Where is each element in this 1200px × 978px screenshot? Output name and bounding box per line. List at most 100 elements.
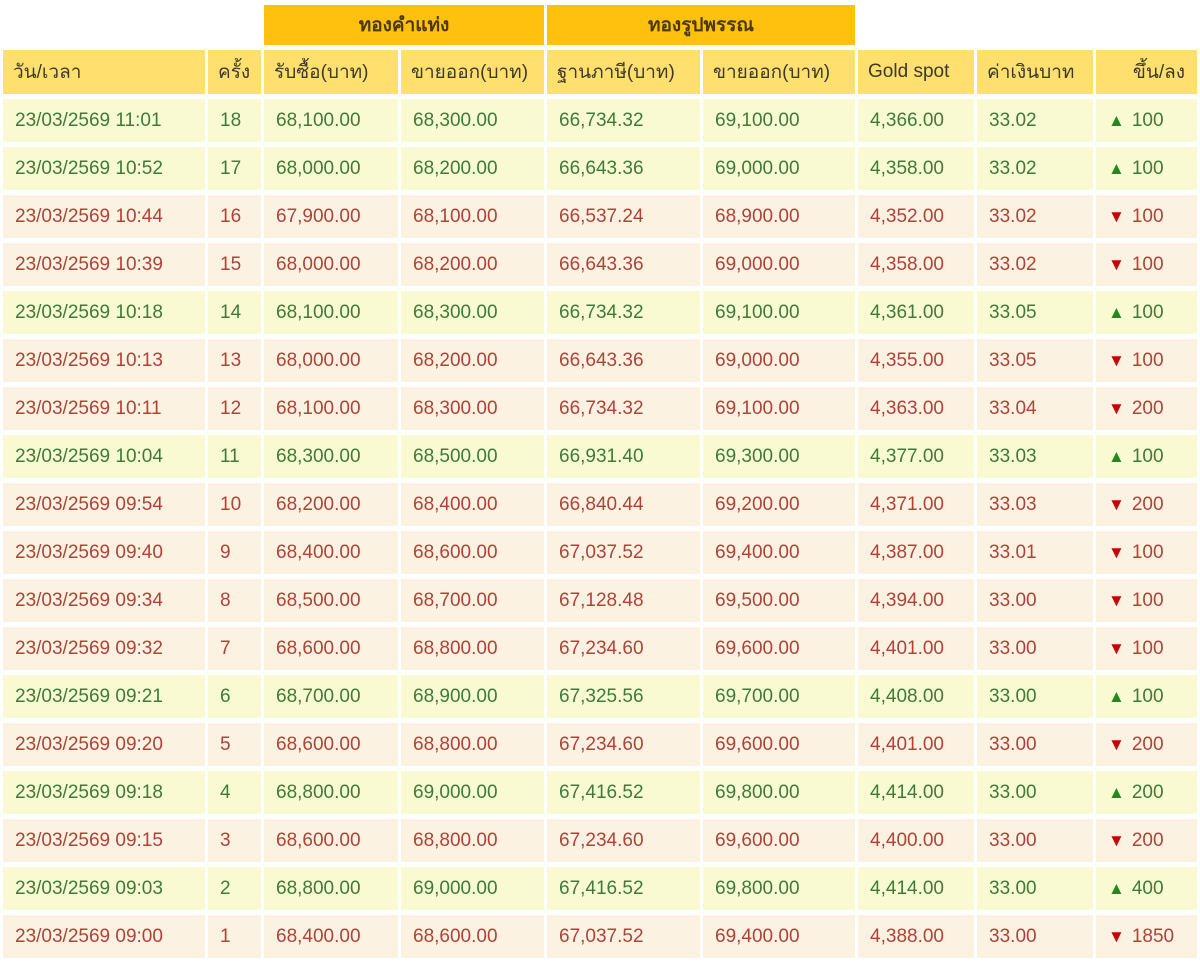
cell-buy: 68,500.00 [264,579,398,622]
cell-sell-ornament: 69,000.00 [703,243,856,286]
cell-round: 9 [208,531,261,574]
cell-change: ▲ 100 [1096,147,1198,190]
cell-gold-spot: 4,394.00 [858,579,975,622]
cell-gold-spot: 4,358.00 [858,243,975,286]
table-row: 23/03/2569 10:13 13 68,000.00 68,200.00 66,6… [3,339,1198,382]
cell-tax-base: 66,840.44 [547,483,701,526]
cell-datetime: 23/03/2569 09:00 [3,915,205,958]
down-arrow-icon: ▼ [1108,399,1125,418]
cell-datetime: 23/03/2569 10:18 [3,291,205,334]
cell-change: ▼ 100 [1096,243,1198,286]
cell-baht-rate: 33.00 [977,723,1094,766]
cell-sell-ornament: 69,500.00 [703,579,856,622]
col-header-round: ครั้ง [208,50,261,94]
down-arrow-icon: ▼ [1108,207,1125,226]
down-arrow-icon: ▼ [1108,639,1125,658]
cell-change: ▲ 100 [1096,435,1198,478]
cell-tax-base: 67,325.56 [547,675,701,718]
cell-round: 1 [208,915,261,958]
table-row: 23/03/2569 11:01 18 68,100.00 68,300.00 66,7… [3,99,1198,142]
cell-change: ▼ 200 [1096,819,1198,862]
cell-sell: 68,700.00 [401,579,545,622]
cell-sell-ornament: 69,600.00 [703,819,856,862]
cell-round: 13 [208,339,261,382]
cell-round: 7 [208,627,261,670]
cell-gold-spot: 4,366.00 [858,99,975,142]
table-row: 23/03/2569 09:21 6 68,700.00 68,900.00 67,32… [3,675,1198,718]
cell-round: 16 [208,195,261,238]
cell-gold-spot: 4,371.00 [858,483,975,526]
cell-gold-spot: 4,352.00 [858,195,975,238]
cell-round: 4 [208,771,261,814]
cell-sell: 68,800.00 [401,819,545,862]
change-value: 100 [1131,157,1164,179]
change-value: 100 [1131,589,1164,611]
table-row: 23/03/2569 09:18 4 68,800.00 69,000.00 67,41… [3,771,1198,814]
cell-datetime: 23/03/2569 09:03 [3,867,205,910]
col-header-gold-spot: Gold spot [858,50,975,94]
cell-sell-ornament: 69,400.00 [703,531,856,574]
up-arrow-icon: ▲ [1108,783,1125,802]
up-arrow-icon: ▲ [1108,447,1125,466]
up-arrow-icon: ▲ [1108,687,1125,706]
cell-sell-ornament: 69,400.00 [703,915,856,958]
cell-gold-spot: 4,361.00 [858,291,975,334]
change-value: 200 [1131,829,1164,851]
cell-buy: 68,800.00 [264,771,398,814]
cell-change: ▼ 100 [1096,531,1198,574]
cell-round: 3 [208,819,261,862]
cell-tax-base: 66,537.24 [547,195,701,238]
down-arrow-icon: ▼ [1108,831,1125,850]
table-row: 23/03/2569 10:11 12 68,100.00 68,300.00 66,7… [3,387,1198,430]
change-value: 100 [1131,445,1164,467]
cell-gold-spot: 4,408.00 [858,675,975,718]
col-header-tax-base: ฐานภาษี(บาท) [547,50,701,94]
cell-baht-rate: 33.00 [977,627,1094,670]
cell-tax-base: 67,416.52 [547,771,701,814]
table-row: 23/03/2569 09:20 5 68,600.00 68,800.00 67,23… [3,723,1198,766]
group-header-row: ทองคำแท่ง ทองรูปพรรณ [3,5,1197,45]
cell-buy: 67,900.00 [264,195,398,238]
cell-datetime: 23/03/2569 09:15 [3,819,205,862]
change-value: 200 [1131,493,1164,515]
table-row: 23/03/2569 10:18 14 68,100.00 68,300.00 66,7… [3,291,1198,334]
cell-gold-spot: 4,377.00 [858,435,975,478]
cell-sell: 68,400.00 [401,483,545,526]
cell-round: 6 [208,675,261,718]
cell-baht-rate: 33.04 [977,387,1094,430]
cell-sell-ornament: 69,200.00 [703,483,856,526]
cell-change: ▼ 100 [1096,627,1198,670]
table-row: 23/03/2569 10:39 15 68,000.00 68,200.00 66,6… [3,243,1198,286]
cell-datetime: 23/03/2569 10:39 [3,243,205,286]
down-arrow-icon: ▼ [1108,543,1125,562]
cell-sell-ornament: 69,100.00 [703,99,856,142]
cell-datetime: 23/03/2569 09:32 [3,627,205,670]
cell-gold-spot: 4,414.00 [858,771,975,814]
change-value: 100 [1131,685,1164,707]
cell-gold-spot: 4,388.00 [858,915,975,958]
cell-baht-rate: 33.02 [977,147,1094,190]
cell-baht-rate: 33.00 [977,867,1094,910]
cell-sell: 69,000.00 [401,771,545,814]
cell-tax-base: 67,037.52 [547,915,701,958]
cell-baht-rate: 33.00 [977,579,1094,622]
cell-gold-spot: 4,358.00 [858,147,975,190]
cell-sell-ornament: 69,000.00 [703,147,856,190]
up-arrow-icon: ▲ [1108,111,1125,130]
cell-buy: 68,100.00 [264,99,398,142]
table-row: 23/03/2569 09:15 3 68,600.00 68,800.00 67,23… [3,819,1198,862]
cell-sell-ornament: 69,300.00 [703,435,856,478]
cell-tax-base: 66,643.36 [547,339,701,382]
down-arrow-icon: ▼ [1108,927,1125,946]
table-row: 23/03/2569 09:32 7 68,600.00 68,800.00 67,23… [3,627,1198,670]
cell-buy: 68,000.00 [264,147,398,190]
cell-baht-rate: 33.05 [977,339,1094,382]
cell-sell-ornament: 69,800.00 [703,867,856,910]
cell-tax-base: 67,234.60 [547,627,701,670]
cell-change: ▼ 200 [1096,723,1198,766]
cell-buy: 68,200.00 [264,483,398,526]
col-header-buy: รับซื้อ(บาท) [264,50,398,94]
cell-tax-base: 67,037.52 [547,531,701,574]
cell-baht-rate: 33.00 [977,915,1094,958]
cell-baht-rate: 33.02 [977,243,1094,286]
